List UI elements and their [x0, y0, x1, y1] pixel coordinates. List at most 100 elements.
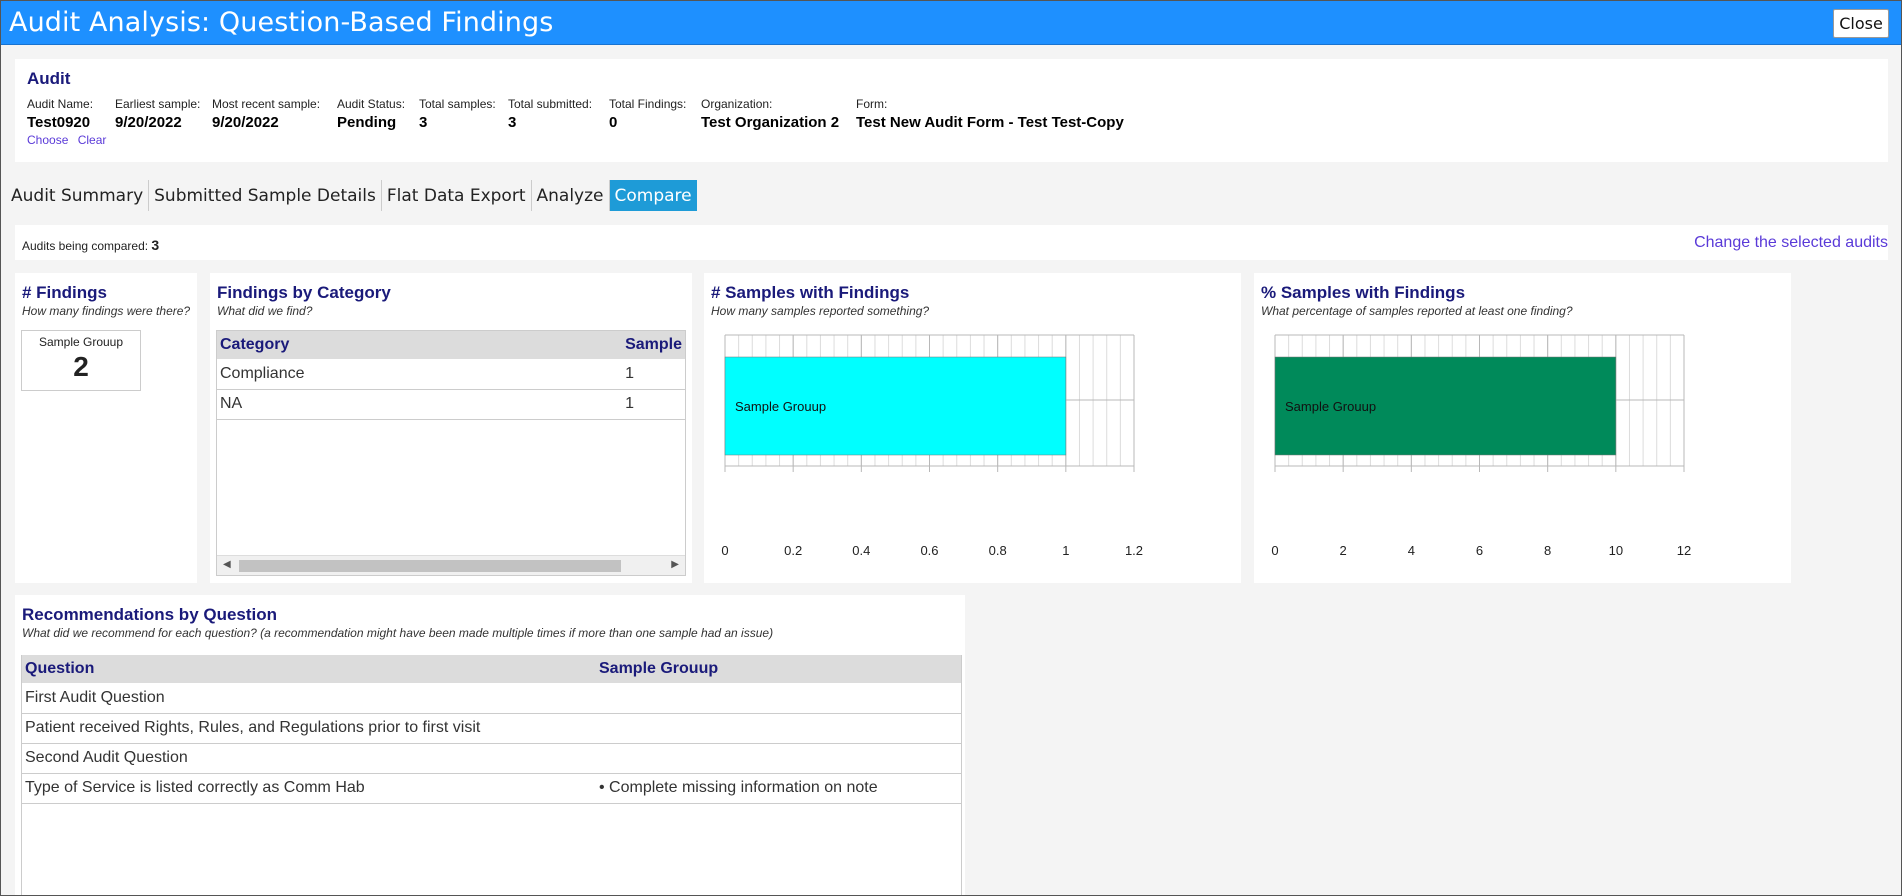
pct-samples-with-findings-chart: Sample Grouup 0 2 4 6 8 10 12	[1271, 334, 1691, 558]
field-label: Earliest sample:	[115, 97, 201, 111]
tab-submitted-sample-details[interactable]: Submitted Sample Details	[149, 180, 382, 211]
x-tick-label: 0.8	[989, 543, 1007, 558]
total-samples-field: Total samples: 3	[419, 97, 496, 131]
column-header-sample[interactable]: Sample	[622, 331, 685, 359]
tab-audit-summary[interactable]: Audit Summary	[6, 180, 150, 211]
samples-with-findings-panel: # Samples with Findings How many samples…	[704, 273, 1241, 583]
field-value: 9/20/2022	[115, 114, 182, 131]
title-bar: Audit Analysis: Question-Based Findings …	[1, 1, 1901, 45]
field-value: 9/20/2022	[212, 114, 279, 131]
column-header-question[interactable]: Question	[22, 655, 596, 683]
x-tick-label: 0.2	[784, 543, 802, 558]
audit-section-title: Audit	[27, 69, 71, 88]
tab-compare[interactable]: Compare	[609, 180, 697, 211]
scroll-left-icon[interactable]: ◀	[223, 559, 231, 570]
x-tick-label: 1.2	[1125, 543, 1143, 558]
field-label: Audit Name:	[27, 97, 94, 111]
findings-count-panel: # Findings How many findings were there?…	[15, 273, 197, 583]
panel-title: Recommendations by Question	[22, 605, 278, 624]
column-header-category[interactable]: Category	[217, 331, 623, 359]
pct-samples-with-findings-panel: % Samples with Findings What percentage …	[1254, 273, 1791, 583]
tab-flat-data-export[interactable]: Flat Data Export	[382, 180, 532, 211]
recommendations-table-wrapper: Question Sample Grouup First Audit Quest…	[21, 655, 962, 895]
table-cell: Compliance	[217, 359, 623, 390]
audits-compared-text: Audits being compared: 3	[22, 237, 159, 253]
table-cell: 1	[622, 359, 685, 390]
table-cell	[596, 713, 961, 744]
field-value: Test New Audit Form - Test Test-Copy	[856, 114, 1124, 131]
audits-compared-label: Audits being compared:	[22, 239, 149, 253]
field-value: 3	[508, 114, 517, 131]
table-row: Second Audit Question	[22, 743, 961, 774]
table-row: Patient received Rights, Rules, and Regu…	[22, 713, 961, 744]
x-tick-label: 0	[721, 543, 728, 558]
category-panel: Findings by Category What did we find? C…	[210, 273, 692, 583]
x-tick-label: 8	[1544, 543, 1551, 558]
horizontal-scrollbar[interactable]: ◀ ▶	[217, 555, 685, 575]
field-value: 0	[609, 114, 618, 131]
field-label: Total samples:	[419, 97, 496, 111]
category-table-wrapper: Category Sample Compliance 1 NA 1 ◀ ▶	[216, 330, 686, 576]
field-value: Test0920	[27, 114, 91, 131]
choose-audit-link[interactable]: Choose	[27, 133, 68, 147]
organization-field: Organization: Test Organization 2	[701, 97, 839, 131]
change-selected-audits-link[interactable]: Change the selected audits	[1694, 234, 1888, 252]
tab-analyze[interactable]: Analyze	[532, 180, 610, 211]
panel-subtitle: What did we find?	[217, 304, 313, 318]
audit-name-field: Audit Name: Test0920	[27, 97, 93, 131]
x-tick-label: 2	[1340, 543, 1347, 558]
window-title: Audit Analysis: Question-Based Findings	[9, 7, 554, 38]
panel-subtitle: What did we recommend for each question?…	[22, 626, 774, 640]
table-header-row: Question Sample Grouup	[22, 655, 961, 683]
bar-category-label: Sample Grouup	[1285, 399, 1376, 414]
table-cell: Type of Service is listed correctly as C…	[22, 773, 596, 804]
group-value: 2	[73, 351, 89, 382]
clear-audit-link[interactable]: Clear	[78, 133, 107, 147]
field-label: Form:	[856, 97, 888, 111]
table-row: Type of Service is listed correctly as C…	[22, 773, 961, 804]
table-cell: Second Audit Question	[22, 743, 596, 774]
samples-with-findings-chart: Sample Grouup 0 0.2 0.4 0.6 0.8 1 1.2	[721, 334, 1143, 558]
field-value: Test Organization 2	[701, 114, 840, 131]
field-value: Pending	[337, 114, 397, 131]
table-cell	[596, 743, 961, 774]
table-row: First Audit Question	[22, 683, 961, 714]
field-value: 3	[419, 114, 428, 131]
table-cell: First Audit Question	[22, 683, 596, 714]
x-tick-label: 12	[1677, 543, 1691, 558]
table-cell: • Complete missing information on note	[596, 773, 961, 804]
tab-bar: Audit Summary Submitted Sample Details F…	[6, 180, 697, 211]
field-label: Total submitted:	[508, 97, 593, 111]
close-button[interactable]: Close	[1833, 9, 1889, 38]
table-header-row: Category Sample	[217, 331, 685, 359]
x-tick-label: 0	[1271, 543, 1278, 558]
app-window: Audit Analysis: Question-Based Findings …	[0, 0, 1902, 896]
field-label: Total Findings:	[609, 97, 687, 111]
form-field: Form: Test New Audit Form - Test Test-Co…	[856, 97, 1124, 131]
audits-compared-count: 3	[151, 237, 160, 253]
scrollbar-thumb[interactable]	[239, 560, 621, 572]
table-cell	[596, 683, 961, 714]
table-row: Compliance 1	[217, 359, 685, 390]
table-row: NA 1	[217, 389, 685, 420]
panel-title: # Findings	[22, 283, 107, 302]
bar-category-label: Sample Grouup	[735, 399, 826, 414]
group-name: Sample Grouup	[38, 335, 124, 349]
table-cell: 1	[622, 389, 685, 420]
earliest-sample-field: Earliest sample: 9/20/2022	[115, 97, 200, 131]
table-cell: Patient received Rights, Rules, and Regu…	[22, 713, 596, 744]
audit-info-panel: Audit Audit Name: Test0920 Earliest samp…	[15, 59, 1888, 162]
most-recent-sample-field: Most recent sample: 9/20/2022	[212, 97, 320, 131]
panel-title: Findings by Category	[217, 283, 391, 302]
recommendations-table: Question Sample Grouup First Audit Quest…	[22, 655, 961, 804]
column-header-sample-group[interactable]: Sample Grouup	[596, 655, 961, 683]
panel-subtitle: How many findings were there?	[22, 304, 191, 318]
scroll-right-icon[interactable]: ▶	[671, 559, 679, 570]
audit-status-field: Audit Status: Pending	[337, 97, 405, 131]
table-cell: NA	[217, 389, 623, 420]
field-label: Most recent sample:	[212, 97, 321, 111]
findings-group-box: Sample Grouup 2	[21, 330, 141, 391]
compare-bar: Audits being compared: 3 Change the sele…	[15, 225, 1888, 260]
x-tick-label: 6	[1476, 543, 1483, 558]
recommendations-panel: Recommendations by Question What did we …	[15, 595, 965, 895]
